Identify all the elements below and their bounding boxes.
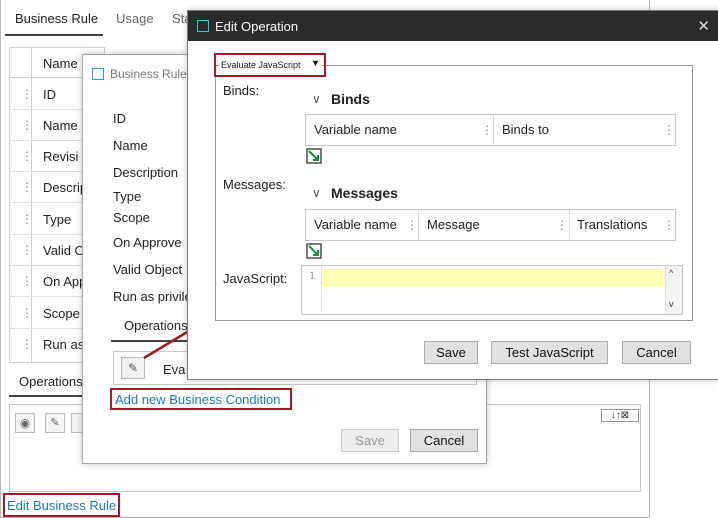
column-binds-to: Binds to xyxy=(502,122,549,137)
test-javascript-button[interactable]: Test JavaScript xyxy=(491,341,608,364)
column-menu-icon[interactable]: ⋮ xyxy=(663,115,675,145)
operation-type-dropdown[interactable]: Evaluate JavaScript ▼ xyxy=(219,57,322,73)
scroll-up-icon[interactable]: ^ xyxy=(669,268,673,278)
column-variable-name: Variable name xyxy=(314,122,397,137)
messages-section-title: Messages xyxy=(331,185,398,201)
edit-operation-dialog: Edit Operation ✕ Evaluate JavaScript ▼ B… xyxy=(187,10,718,380)
binds-table-header: Variable name ⋮ Binds to ⋮ xyxy=(305,114,676,146)
cancel-button[interactable]: Cancel xyxy=(622,341,691,364)
current-line-highlight xyxy=(322,269,666,287)
column-menu-icon[interactable]: ⋮ xyxy=(481,115,493,145)
column-menu-icon[interactable]: ⋮ xyxy=(556,210,568,240)
close-icon[interactable]: ✕ xyxy=(697,17,710,35)
chevron-down-icon[interactable]: ∨ xyxy=(312,186,321,200)
column-divider xyxy=(493,115,494,145)
title-bar[interactable]: Edit Operation ✕ xyxy=(188,11,718,41)
column-menu-icon[interactable]: ⋮ xyxy=(406,210,418,240)
column-message: Message xyxy=(427,217,480,232)
editor-scrollbar[interactable]: ^ v xyxy=(665,266,682,314)
column-divider xyxy=(569,210,570,240)
binds-label: Binds: xyxy=(223,83,260,98)
dialog-title: Edit Operation xyxy=(215,19,299,34)
messages-table-header: Variable name ⋮ Message ⋮ Translations ⋮ xyxy=(305,209,676,241)
javascript-editor[interactable]: 1 ^ v xyxy=(301,265,683,315)
window-icon xyxy=(197,20,209,32)
scroll-down-icon[interactable]: v xyxy=(669,299,674,309)
javascript-label: JavaScript: xyxy=(223,271,288,286)
add-row-icon[interactable] xyxy=(306,148,322,164)
save-button[interactable]: Save xyxy=(424,341,478,364)
column-menu-icon[interactable]: ⋮ xyxy=(663,210,675,240)
column-divider xyxy=(418,210,419,240)
chevron-down-icon[interactable]: ∨ xyxy=(312,92,321,106)
binds-section-title: Binds xyxy=(331,91,370,107)
column-variable-name: Variable name xyxy=(314,217,397,232)
column-translations: Translations xyxy=(577,217,648,232)
line-number: 1 xyxy=(309,271,316,282)
messages-label: Messages: xyxy=(223,177,286,192)
add-row-icon[interactable] xyxy=(306,243,322,259)
dropdown-value: Evaluate JavaScript xyxy=(221,60,301,70)
chevron-down-icon: ▼ xyxy=(311,58,320,68)
